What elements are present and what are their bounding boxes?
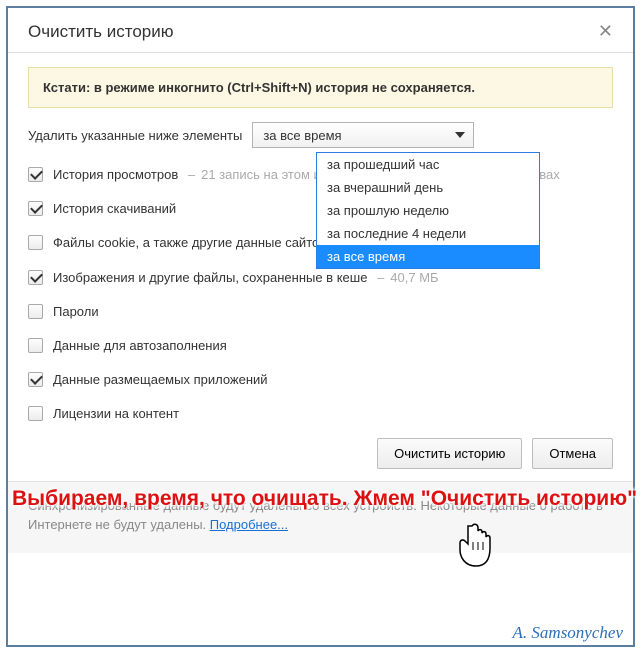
option-past-week[interactable]: за прошлую неделю [317, 199, 539, 222]
close-icon[interactable]: ✕ [598, 22, 613, 40]
item-label: История просмотров [53, 167, 178, 182]
time-range-dropdown[interactable]: за прошедший час за вчерашний день за пр… [316, 152, 540, 269]
time-range-row: Удалить указанные ниже элементы за все в… [28, 122, 613, 148]
checkbox-content-licenses[interactable] [28, 406, 43, 421]
checkbox-passwords[interactable] [28, 304, 43, 319]
author-signature: A. Samsonychev [513, 623, 623, 643]
time-range-label: Удалить указанные ниже элементы [28, 128, 242, 143]
checkbox-browsing-history[interactable] [28, 167, 43, 182]
footer-note: Синхронизированные данные будут удалены … [8, 481, 633, 553]
item-content-licenses: Лицензии на контент [28, 397, 613, 431]
titlebar: Очистить историю ✕ [8, 8, 633, 53]
item-label: Данные размещаемых приложений [53, 372, 268, 387]
cancel-button[interactable]: Отмена [532, 438, 613, 469]
dialog-title: Очистить историю [28, 22, 173, 42]
item-label: Пароли [53, 304, 99, 319]
checkbox-download-history[interactable] [28, 201, 43, 216]
item-hosted-app-data: Данные размещаемых приложений [28, 363, 613, 397]
item-sub: 40,7 МБ [390, 270, 438, 285]
item-passwords: Пароли [28, 295, 613, 329]
chevron-down-icon [455, 132, 465, 138]
option-past-4-weeks[interactable]: за последние 4 недели [317, 222, 539, 245]
checkbox-hosted-app-data[interactable] [28, 372, 43, 387]
item-autofill: Данные для автозаполнения [28, 329, 613, 363]
option-all-time[interactable]: за все время [317, 245, 539, 268]
notice-banner: Кстати: в режиме инкогнито (Ctrl+Shift+N… [28, 67, 613, 108]
option-yesterday[interactable]: за вчерашний день [317, 176, 539, 199]
item-label: Данные для автозаполнения [53, 338, 227, 353]
item-label: Лицензии на контент [53, 406, 179, 421]
notice-prefix: Кстати: [43, 80, 94, 95]
option-past-hour[interactable]: за прошедший час [317, 153, 539, 176]
checkbox-cached-images[interactable] [28, 270, 43, 285]
item-label: Изображения и другие файлы, сохраненные … [53, 270, 367, 285]
button-row: Очистить историю Отмена [28, 438, 613, 469]
checkbox-cookies[interactable] [28, 235, 43, 250]
footer-text: Синхронизированные данные будут удалены … [28, 498, 603, 533]
checkbox-autofill[interactable] [28, 338, 43, 353]
item-label: История скачиваний [53, 201, 176, 216]
learn-more-link[interactable]: Подробнее... [210, 517, 288, 532]
clear-history-dialog: Очистить историю ✕ Кстати: в режиме инко… [8, 8, 633, 645]
time-range-select[interactable]: за все время [252, 122, 474, 148]
time-range-value: за все время [263, 128, 341, 143]
clear-history-button[interactable]: Очистить историю [377, 438, 522, 469]
notice-text: в режиме инкогнито (Ctrl+Shift+N) истори… [94, 80, 475, 95]
